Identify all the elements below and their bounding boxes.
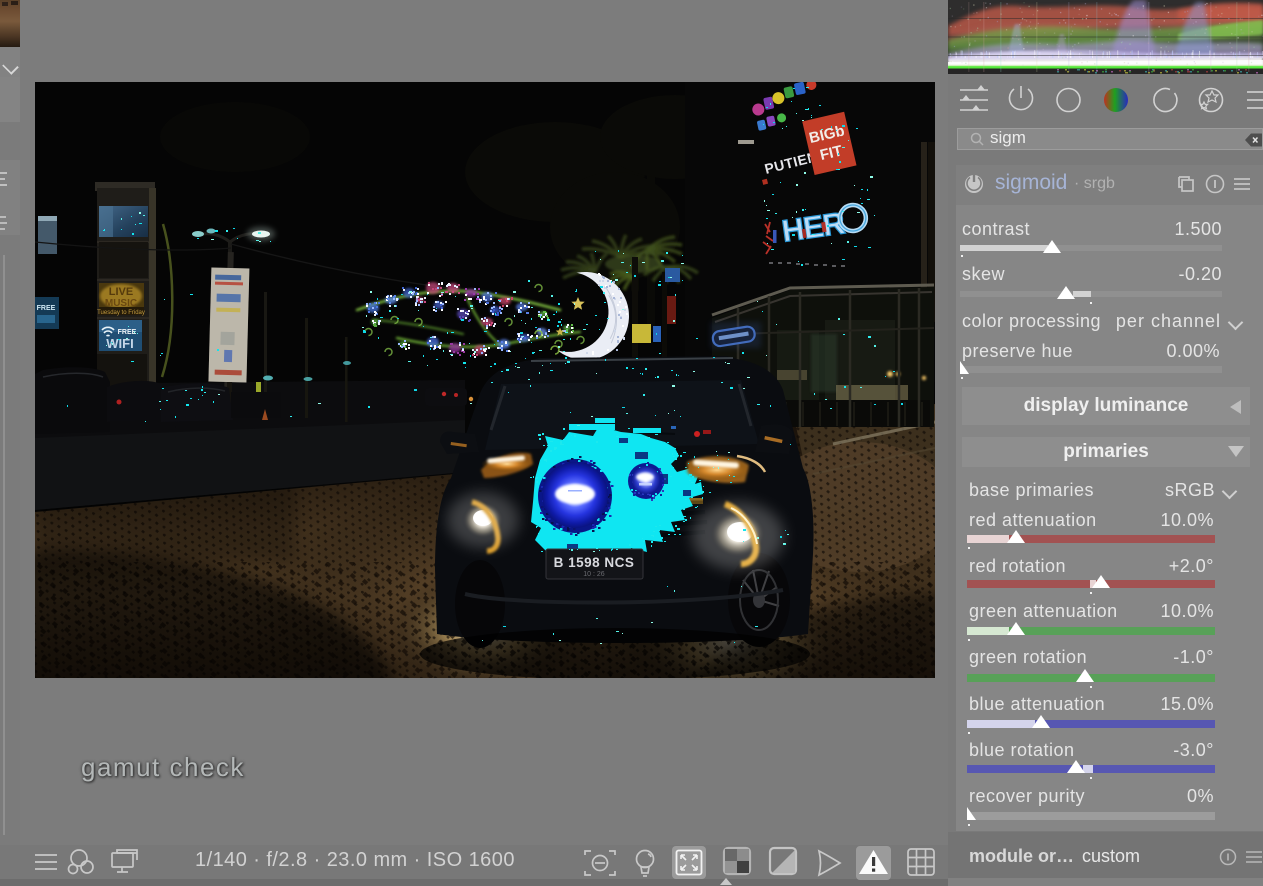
- svg-text:Tuesday to Friday: Tuesday to Friday: [97, 310, 145, 316]
- svg-text:10 : 26: 10 : 26: [583, 571, 605, 578]
- svg-text:WIFI: WIFI: [106, 336, 133, 351]
- svg-text:FREE: FREE: [118, 329, 137, 336]
- svg-text:LIVE: LIVE: [109, 286, 133, 298]
- svg-text:FREE: FREE: [37, 305, 56, 312]
- svg-text:B 1598 NCS: B 1598 NCS: [554, 555, 635, 570]
